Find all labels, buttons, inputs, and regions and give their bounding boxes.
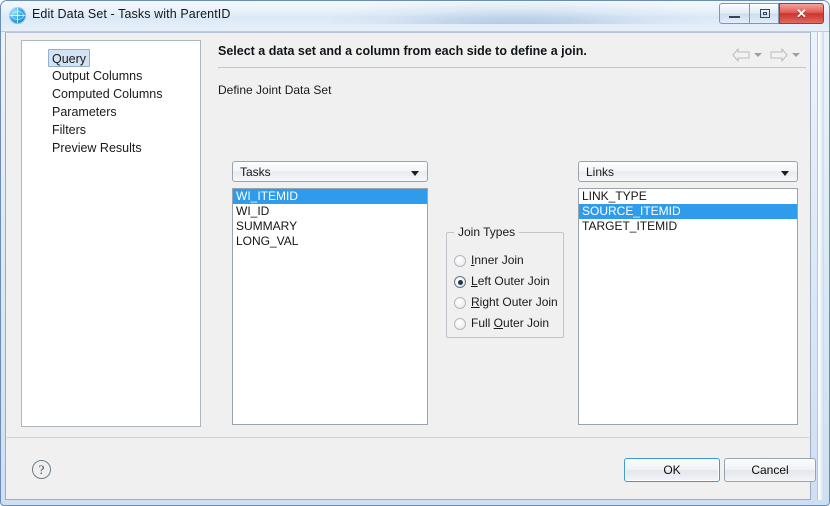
page-title: Select a data set and a column from each… <box>218 44 587 58</box>
chevron-down-icon <box>411 171 419 176</box>
header-divider <box>218 67 806 68</box>
window-title: Edit Data Set - Tasks with ParentID <box>32 7 231 21</box>
radio-icon-selected <box>454 276 466 288</box>
radio-icon <box>454 318 466 330</box>
help-icon[interactable]: ? <box>32 460 51 479</box>
radio-label: Right Outer Join <box>471 295 558 309</box>
sidebar-item-label: Output Columns <box>52 69 143 83</box>
forward-dropdown-icon[interactable] <box>792 53 800 57</box>
navigation-controls <box>732 46 812 64</box>
navigation-sidebar: Query Output Columns Computed Columns Pa… <box>21 40 201 427</box>
left-dataset-combo[interactable]: Tasks <box>232 161 428 182</box>
list-item[interactable]: SUMMARY <box>233 219 427 234</box>
ok-button[interactable]: OK <box>624 458 720 482</box>
list-item[interactable]: SOURCE_ITEMID <box>579 204 797 219</box>
list-item[interactable]: LONG_VAL <box>233 234 427 249</box>
title-bar-glow <box>331 2 701 24</box>
title-bar[interactable]: Edit Data Set - Tasks with ParentID ✕ <box>1 1 829 32</box>
sidebar-item-query[interactable]: Query <box>22 49 200 67</box>
dialog-window: Edit Data Set - Tasks with ParentID ✕ Qu… <box>0 0 830 506</box>
radio-icon <box>454 255 466 267</box>
join-types-legend: Join Types <box>454 225 520 239</box>
list-item[interactable]: LINK_TYPE <box>579 189 797 204</box>
forward-arrow-icon[interactable] <box>770 48 788 62</box>
sidebar-item-output-columns[interactable]: Output Columns <box>22 67 200 85</box>
maximize-button[interactable] <box>749 3 779 24</box>
sidebar-item-label: Parameters <box>52 105 117 119</box>
sidebar-item-label: Filters <box>52 123 87 137</box>
close-button[interactable]: ✕ <box>779 3 824 24</box>
list-item[interactable]: TARGET_ITEMID <box>579 219 797 234</box>
radio-icon <box>454 297 466 309</box>
globe-icon <box>9 7 26 24</box>
sidebar-item-filters[interactable]: Filters <box>22 121 200 139</box>
chevron-down-icon <box>781 171 789 176</box>
sidebar-item-label: Query <box>48 49 91 67</box>
cancel-button[interactable]: Cancel <box>724 458 816 482</box>
footer-divider <box>7 437 809 438</box>
radio-label: Left Outer Join <box>471 274 550 288</box>
sidebar-item-computed-columns[interactable]: Computed Columns <box>22 85 200 103</box>
window-right-edge <box>817 32 824 500</box>
list-item[interactable]: WI_ID <box>233 204 427 219</box>
minimize-icon <box>729 16 740 18</box>
section-subtitle: Define Joint Data Set <box>218 83 332 97</box>
right-dataset-value: Links <box>586 165 615 179</box>
maximize-icon <box>760 9 770 18</box>
sidebar-item-parameters[interactable]: Parameters <box>22 103 200 121</box>
left-dataset-value: Tasks <box>240 165 271 179</box>
back-arrow-icon[interactable] <box>732 48 750 62</box>
sidebar-item-label: Computed Columns <box>52 87 163 101</box>
left-column-list[interactable]: WI_ITEMID WI_ID SUMMARY LONG_VAL <box>232 188 428 425</box>
right-dataset-combo[interactable]: Links <box>578 161 798 182</box>
right-column-list[interactable]: LINK_TYPE SOURCE_ITEMID TARGET_ITEMID <box>578 188 798 425</box>
radio-label: Inner Join <box>471 253 524 267</box>
sidebar-item-preview-results[interactable]: Preview Results <box>22 139 200 157</box>
sidebar-item-label: Preview Results <box>52 141 142 155</box>
minimize-button[interactable] <box>719 3 749 24</box>
back-dropdown-icon[interactable] <box>754 53 762 57</box>
radio-label: Full Outer Join <box>471 316 550 330</box>
dialog-client-area: Query Output Columns Computed Columns Pa… <box>5 32 816 500</box>
list-item[interactable]: WI_ITEMID <box>233 189 427 204</box>
close-icon: ✕ <box>796 6 807 21</box>
